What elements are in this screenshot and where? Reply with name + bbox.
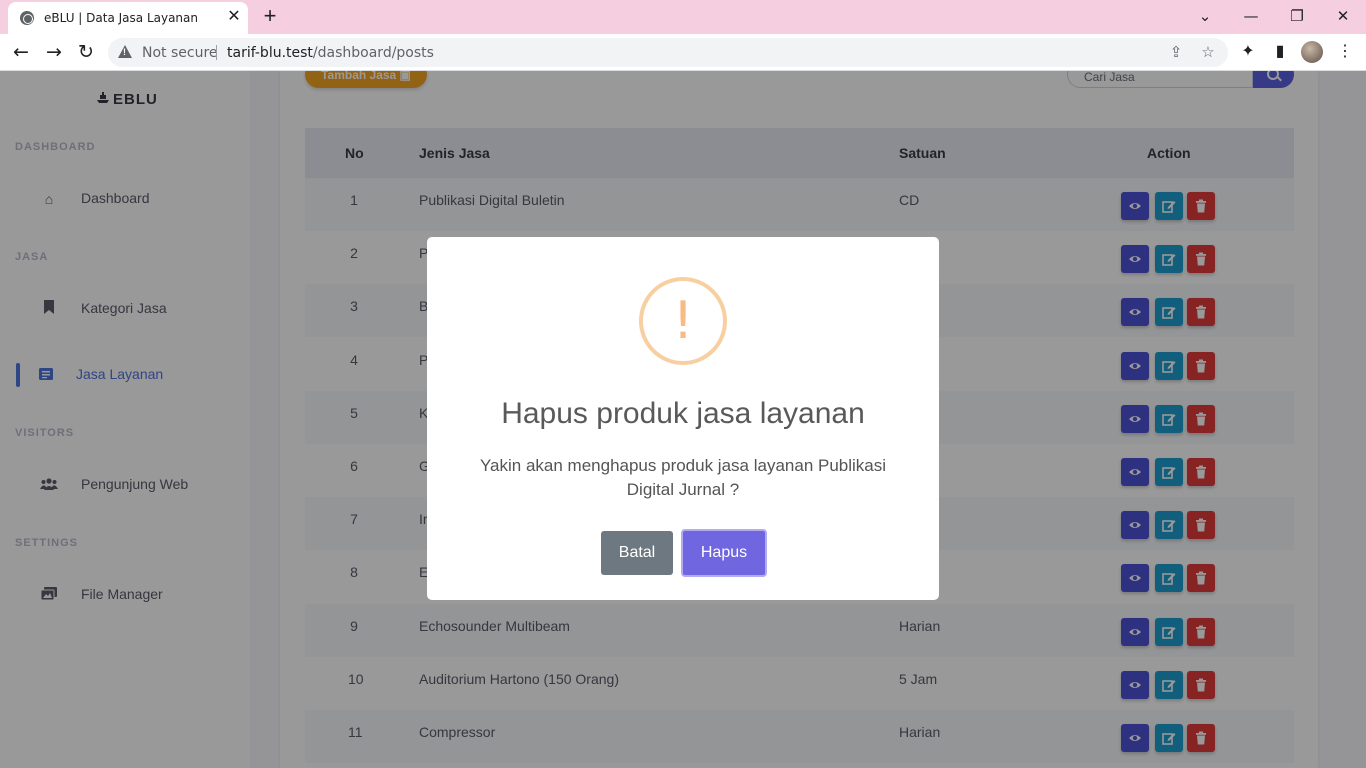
close-tab-icon[interactable]: ✕	[224, 7, 244, 27]
browser-tab-bar: eBLU | Data Jasa Layanan ✕ + ⌄ — ❐ ✕	[0, 0, 1366, 34]
globe-icon	[20, 11, 34, 25]
warning-icon	[118, 45, 132, 58]
confirm-delete-button[interactable]: Hapus	[681, 529, 767, 577]
dialog-message: Yakin akan menghapus produk jasa layanan…	[479, 456, 887, 499]
forward-icon[interactable]: →	[41, 39, 67, 65]
new-tab-button[interactable]: +	[258, 4, 282, 28]
cancel-button[interactable]: Batal	[601, 531, 673, 575]
url-path: /dashboard/posts	[312, 45, 434, 61]
reload-icon[interactable]: ↻	[73, 39, 99, 65]
address-bar[interactable]: Not secure tarif-blu.test/dashboard/post…	[108, 38, 1228, 67]
extensions-icon[interactable]: ✦	[1237, 41, 1259, 63]
divider	[216, 45, 217, 60]
warning-mark: !	[672, 291, 694, 351]
side-panel-icon[interactable]: ▮	[1269, 41, 1291, 63]
tab-title: eBLU | Data Jasa Layanan	[44, 11, 198, 25]
profile-avatar[interactable]	[1301, 41, 1323, 63]
browser-tab[interactable]: eBLU | Data Jasa Layanan ✕	[8, 2, 248, 34]
url-text[interactable]: tarif-blu.test/dashboard/posts	[227, 45, 434, 61]
menu-icon[interactable]: ⋮	[1334, 41, 1356, 63]
confirm-delete-dialog: ! Hapus produk jasa layanan Yakin akan m…	[427, 237, 939, 600]
restore-button[interactable]: ❐	[1285, 4, 1309, 28]
close-window-button[interactable]: ✕	[1331, 4, 1355, 28]
tab-search-icon[interactable]: ⌄	[1193, 4, 1217, 28]
minimize-button[interactable]: —	[1239, 4, 1263, 28]
url-host: tarif-blu.test	[227, 45, 313, 61]
back-icon[interactable]: ←	[8, 39, 34, 65]
dialog-title: Hapus produk jasa layanan	[501, 397, 865, 430]
warning-icon: !	[639, 277, 727, 365]
bookmark-star-icon[interactable]: ☆	[1198, 43, 1218, 63]
browser-toolbar: ← → ↻ Not secure tarif-blu.test/dashboar…	[0, 34, 1366, 71]
security-label[interactable]: Not secure	[142, 45, 218, 61]
share-icon[interactable]: ⇪	[1166, 43, 1186, 63]
